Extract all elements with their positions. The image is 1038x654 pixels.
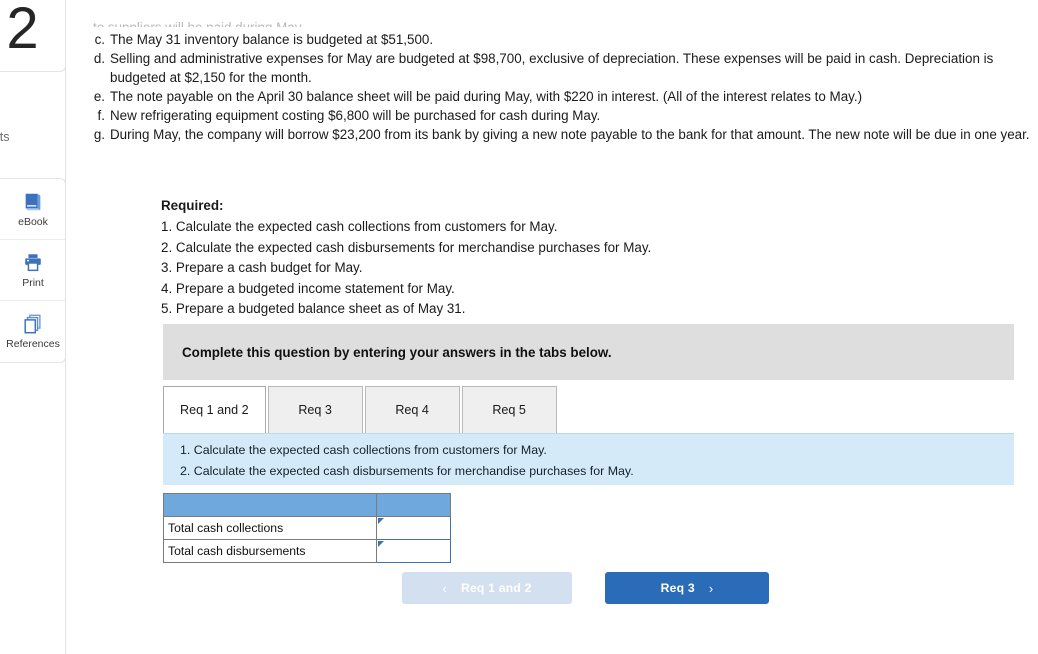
problem-item-text: Selling and administrative expenses for … — [110, 51, 994, 86]
tab-req-1-and-2[interactable]: Req 1 and 2 — [163, 386, 266, 433]
required-item: 3. Prepare a cash budget for May. — [161, 260, 363, 276]
sidebar-item-references[interactable]: References — [0, 301, 65, 362]
question-number-card: 2 — [0, 0, 66, 72]
next-requirement-button[interactable]: Req 3 › — [605, 572, 769, 604]
required-title: Required: — [161, 198, 224, 213]
table-header-row — [163, 493, 451, 517]
question-number: 2 — [6, 0, 38, 61]
cell-flag-icon — [378, 518, 384, 524]
answer-table: Total cash collections Total cash disbur… — [163, 493, 451, 563]
problem-item: f. New refrigerating equipment costing $… — [93, 106, 1038, 125]
problem-cut-off-line: to suppliers will be paid during May. — [93, 18, 1038, 27]
problem-item-text: The note payable on the April 30 balance… — [110, 89, 863, 105]
problem-item: c. The May 31 inventory balance is budge… — [93, 30, 1038, 49]
tab-req-3[interactable]: Req 3 — [267, 386, 363, 433]
references-icon — [22, 313, 44, 335]
left-sidebar: 2 ints eBook — [0, 0, 66, 654]
row-label-total-cash-collections: Total cash collections — [163, 516, 377, 540]
tab-req-4[interactable]: Req 4 — [364, 386, 460, 433]
instruction-banner-text: Complete this question by entering your … — [182, 344, 612, 360]
table-row: Total cash disbursements — [163, 539, 451, 563]
required-item: 1. Calculate the expected cash collectio… — [161, 219, 558, 235]
requirement-tabbar: Req 1 and 2 Req 3 Req 4 Req 5 — [163, 386, 559, 433]
tab-req-5[interactable]: Req 5 — [461, 386, 557, 433]
cell-flag-icon — [378, 541, 384, 547]
instruction-banner: Complete this question by entering your … — [163, 324, 1014, 380]
sidebar-item-ebook[interactable]: eBook — [0, 179, 65, 240]
problem-item-text: During May, the company will borrow $23,… — [110, 127, 1030, 143]
row-label-total-cash-disbursements: Total cash disbursements — [163, 539, 377, 563]
table-row: Total cash collections — [163, 516, 451, 540]
next-button-label: Req 3 — [660, 581, 695, 595]
problem-item-marker: g. — [93, 127, 105, 143]
required-item: 5. Prepare a budgeted balance sheet as o… — [161, 300, 466, 316]
problem-item: e. The note payable on the April 30 bala… — [93, 87, 1038, 106]
input-total-cash-disbursements[interactable] — [376, 539, 451, 563]
required-section: Required: 1. Calculate the expected cash… — [161, 196, 651, 319]
print-icon — [22, 252, 44, 274]
table-header-label-cell — [163, 493, 377, 517]
main-content: to suppliers will be paid during May. c.… — [66, 0, 1038, 654]
ebook-icon — [22, 191, 44, 213]
required-item: 4. Prepare a budgeted income statement f… — [161, 280, 455, 296]
input-total-cash-collections[interactable] — [376, 516, 451, 540]
prev-requirement-button[interactable]: ‹ Req 1 and 2 — [402, 572, 572, 604]
problem-item-text: New refrigerating equipment costing $6,8… — [110, 108, 601, 124]
sidebar-item-label-ebook: eBook — [18, 215, 48, 228]
points-label: ints — [0, 130, 10, 144]
problem-item-marker: f. — [97, 108, 105, 124]
problem-item: d. Selling and administrative expenses f… — [93, 49, 1038, 87]
sidebar-item-label-references: References — [6, 338, 60, 350]
sidebar-item-print[interactable]: Print — [0, 240, 65, 301]
tab-instruction-panel: 1. Calculate the expected cash collectio… — [163, 433, 1014, 485]
problem-item-text: The May 31 inventory balance is budgeted… — [110, 32, 434, 47]
problem-item: g. During May, the company will borrow $… — [93, 125, 1038, 144]
chevron-right-icon: › — [708, 580, 714, 596]
tab-instruction-line: 2. Calculate the expected cash disbursem… — [180, 463, 634, 478]
chevron-left-icon: ‹ — [442, 580, 447, 596]
prev-button-label: Req 1 and 2 — [460, 581, 532, 595]
sidebar-item-label-print: Print — [22, 276, 44, 289]
tab-instruction-line: 1. Calculate the expected cash collectio… — [180, 443, 547, 457]
problem-statement-list: to suppliers will be paid during May. c.… — [93, 18, 1038, 144]
table-header-value-cell — [376, 493, 451, 517]
tool-stack: eBook Print References — [0, 178, 66, 363]
required-item: 2. Calculate the expected cash disbursem… — [161, 239, 652, 255]
problem-item-marker: c. — [94, 32, 105, 47]
exam-question-screen: 2 ints eBook — [0, 0, 1038, 654]
problem-item-marker: e. — [93, 89, 105, 105]
navigation-row: ‹ Req 1 and 2 Req 3 › — [402, 572, 769, 604]
problem-item-marker: d. — [93, 51, 105, 67]
